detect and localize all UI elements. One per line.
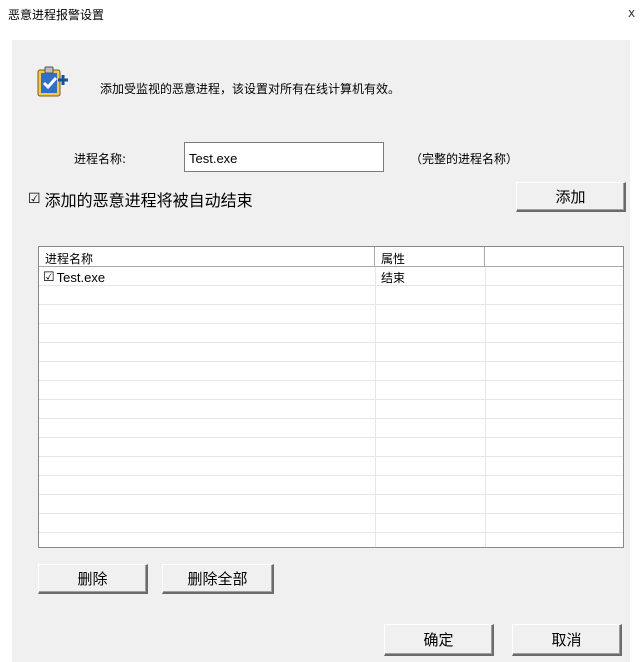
row-name-cell: ☑ Test.exe — [39, 267, 375, 286]
cancel-button[interactable]: 取消 — [512, 624, 622, 656]
close-button[interactable]: x — [628, 6, 635, 20]
column-header-name[interactable]: 进程名称 — [39, 247, 375, 266]
auto-end-checkbox[interactable]: ☑ 添加的恶意进程将被自动结束 — [28, 188, 253, 210]
row-checkbox-icon[interactable]: ☑ — [43, 269, 55, 285]
column-header-empty[interactable] — [485, 247, 623, 266]
column-header-attribute[interactable]: 属性 — [375, 247, 485, 266]
checkbox-checked-icon[interactable]: ☑ — [28, 191, 41, 207]
add-button[interactable]: 添加 — [516, 182, 626, 212]
list-header: 进程名称 属性 — [39, 247, 623, 267]
row-attribute: 结束 — [381, 271, 406, 285]
process-name-hint: （完整的进程名称） — [410, 152, 519, 166]
auto-end-label: 添加的恶意进程将被自动结束 — [44, 191, 253, 210]
delete-all-button[interactable]: 删除全部 — [162, 564, 274, 594]
process-name-label: 进程名称: — [74, 152, 127, 166]
window-title: 恶意进程报警设置 — [8, 8, 105, 22]
shield-check-icon — [37, 66, 68, 97]
title-bar: 恶意进程报警设置 x — [0, 0, 640, 30]
row-name: Test.exe — [56, 269, 106, 285]
process-name-input[interactable] — [184, 142, 384, 172]
ok-button[interactable]: 确定 — [384, 624, 494, 656]
list-body: ☑ Test.exe 结束 — [39, 267, 623, 547]
table-row[interactable]: ☑ Test.exe 结束 — [39, 267, 623, 286]
dialog-panel: 添加受监视的恶意进程，该设置对所有在线计算机有效。 进程名称: （完整的进程名称… — [12, 40, 630, 662]
process-list[interactable]: 进程名称 属性 ☑ Test.exe 结束 — [38, 246, 624, 548]
description-text: 添加受监视的恶意进程，该设置对所有在线计算机有效。 — [100, 82, 401, 96]
delete-button[interactable]: 删除 — [38, 564, 148, 594]
